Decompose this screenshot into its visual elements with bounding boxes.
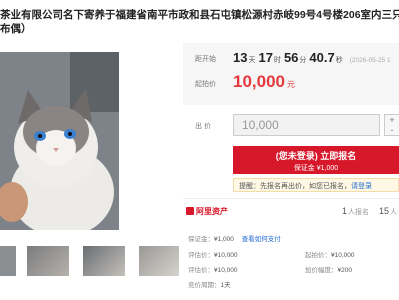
- deposit-info: 保证金：¥1,000 查看如何支付: [188, 233, 281, 243]
- participation-stats: 1人报名 15人: [342, 206, 397, 217]
- appraisal-info: 评估价：¥10,000: [188, 249, 238, 259]
- countdown-hours: 17: [258, 50, 273, 65]
- start-price-currency: 元: [287, 80, 295, 89]
- viewer-unit: 人: [389, 209, 397, 216]
- how-to-pay-link[interactable]: 查看如何支付: [242, 236, 281, 243]
- start-price-info-value: ¥10,000: [331, 252, 355, 259]
- bid-stepper[interactable]: + -: [384, 114, 399, 136]
- countdown-seconds: 40.7: [309, 50, 335, 65]
- minutes-unit: 分: [299, 57, 307, 64]
- cat-illustration: [0, 52, 119, 230]
- thumbnail-2[interactable]: [27, 246, 69, 276]
- seconds-unit: 秒: [335, 57, 343, 64]
- countdown-timer: 13天 17时 56分 40.7秒 (2026-05-25 1: [233, 49, 391, 67]
- start-time: (2026-05-25 1: [349, 57, 391, 64]
- countdown-label: 距开始: [195, 56, 216, 63]
- hours-unit: 时: [273, 57, 281, 64]
- appraisal-info-2: 评估价：¥10,000: [188, 264, 238, 274]
- login-link[interactable]: 请登录: [351, 183, 372, 190]
- period-info: 竞价周期：1天: [188, 279, 231, 289]
- title-line-2: 布偶）: [0, 23, 32, 35]
- appraisal-key-2: 评估价：: [188, 267, 214, 274]
- deposit-value: ¥1,000: [214, 236, 234, 243]
- title-line-1: 茶业有限公司名下寄养于福建省南平市政和县石屯镇松源村赤岐99号4号楼206室内三…: [0, 9, 399, 21]
- countdown-minutes: 56: [283, 50, 299, 65]
- login-reminder: 提醒：先报名再出价，如您已报名，请登录: [233, 178, 399, 192]
- platform-name: 阿里资产: [196, 207, 228, 216]
- bid-label: 出 价: [195, 123, 211, 130]
- increment-key: 加价幅度：: [305, 267, 338, 274]
- thumbnail-3[interactable]: [83, 246, 125, 276]
- start-price-value: 10,000: [233, 72, 285, 91]
- increase-bid-button[interactable]: +: [385, 115, 399, 125]
- thumbnail-4[interactable]: [139, 246, 179, 276]
- reminder-text: 提醒：先报名再出价，如您已报名，: [239, 183, 351, 190]
- ali-assets-icon: [186, 207, 194, 215]
- deposit-key: 保证金：: [188, 236, 214, 243]
- appraisal-key: 评估价：: [188, 252, 214, 259]
- increment-info: 加价幅度：¥200: [305, 264, 352, 274]
- deposit-label: 保证金 ¥1,000: [293, 165, 339, 172]
- divider: [183, 198, 399, 199]
- period-key: 竞价周期：: [188, 282, 221, 289]
- applicant-unit: 人报名: [348, 209, 370, 216]
- countdown-days: 13: [233, 50, 248, 65]
- platform-logo[interactable]: 阿里资产: [186, 206, 228, 217]
- main-cat-photo[interactable]: [0, 52, 119, 230]
- start-price-label: 起拍价: [195, 81, 216, 88]
- listing-title: 茶业有限公司名下寄养于福建省南平市政和县石屯镇松源村赤岐99号4号楼206室内三…: [0, 8, 399, 36]
- apply-button-label: (您未登录) 立即报名: [275, 151, 357, 161]
- viewer-count: 15: [378, 206, 389, 216]
- start-price: 10,000 元: [233, 72, 295, 92]
- increment-value: ¥200: [337, 267, 352, 274]
- thumbnail-1[interactable]: [0, 246, 16, 276]
- appraisal-value: ¥10,000: [214, 252, 238, 259]
- bid-amount-input[interactable]: 10,000: [233, 114, 380, 136]
- period-value: 1天: [220, 282, 231, 289]
- appraisal-value-2: ¥10,000: [214, 267, 238, 274]
- start-price-info: 起拍价：¥10,000: [305, 249, 355, 259]
- days-unit: 天: [248, 57, 256, 64]
- applicant-count: 1: [342, 206, 348, 216]
- start-price-key: 起拍价：: [305, 252, 331, 259]
- apply-now-button[interactable]: (您未登录) 立即报名 保证金 ¥1,000: [233, 146, 399, 174]
- decrease-bid-button[interactable]: -: [385, 125, 399, 135]
